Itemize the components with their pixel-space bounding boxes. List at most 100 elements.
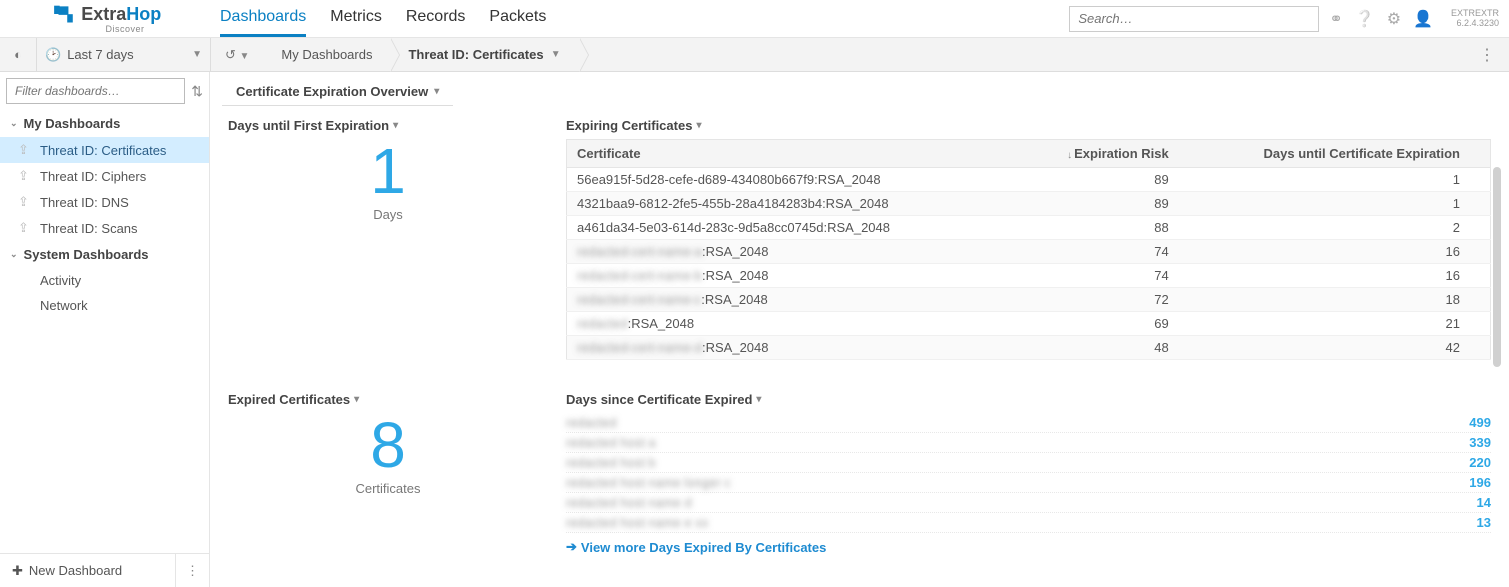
cert-days: 42 <box>1179 336 1470 360</box>
table-row[interactable]: redacted-cert-name-d:RSA_20484842 <box>567 336 1491 360</box>
chevron-down-icon: ▾ <box>393 120 398 131</box>
list-item[interactable]: redacted499 <box>566 413 1491 433</box>
arrow-right-icon: ➔ <box>566 539 577 555</box>
table-row[interactable]: 4321baa9-6812-2fe5-455b-28a4184283b4:RSA… <box>567 192 1491 216</box>
version-block: EXTREXTR 6.2.4.3230 <box>1451 9 1499 29</box>
widget-title[interactable]: Expired Certificates▾ <box>228 392 548 407</box>
list-item[interactable]: redacted host name d14 <box>566 493 1491 513</box>
list-item[interactable]: redacted host name longer c 196 <box>566 473 1491 493</box>
sort-icon[interactable]: ⇅ <box>191 83 203 100</box>
toggle-sidebar-icon[interactable]: ◐ <box>0 47 36 62</box>
cert-days: 16 <box>1179 240 1470 264</box>
nav-packets[interactable]: Packets <box>489 0 546 37</box>
breadcrumb-my-dashboards[interactable]: My Dashboards <box>263 38 390 72</box>
breadcrumb-current[interactable]: Threat ID: Certificates ▼ <box>390 38 578 72</box>
plus-icon: ✚ <box>12 563 23 579</box>
table-row[interactable]: redacted-cert-name-c:RSA_20487218 <box>567 288 1491 312</box>
sidebar-group-system-dashboards[interactable]: ⌄System Dashboards <box>0 241 209 268</box>
table-row[interactable]: redacted-cert-name-b:RSA_20487416 <box>567 264 1491 288</box>
view-more-link[interactable]: ➔View more Days Expired By Certificates <box>566 539 1491 555</box>
widget-days-until-first-expiration: Days until First Expiration▾ 1 Days <box>228 118 548 360</box>
cert-days: 21 <box>1179 312 1470 336</box>
share-icon: ⇪ <box>18 142 32 158</box>
sidebar-item-threat-certificates[interactable]: ⇪ Threat ID: Certificates <box>0 137 209 163</box>
settings-icon[interactable]: ⚙ <box>1385 9 1403 29</box>
big-number-unit: Days <box>228 207 548 222</box>
nav-records[interactable]: Records <box>406 0 466 37</box>
big-number-value: 8 <box>228 413 548 477</box>
cert-name: redacted-cert-name-b:RSA_2048 <box>567 264 1016 288</box>
nav-dashboards[interactable]: Dashboards <box>220 0 306 37</box>
sidebar-item-label: Activity <box>40 273 81 288</box>
sidebar: ⇅ ⌄My Dashboards ⇪ Threat ID: Certificate… <box>0 72 210 587</box>
sidebar-item-threat-dns[interactable]: ⇪Threat ID: DNS <box>0 189 209 215</box>
list-item[interactable]: redacted host a 339 <box>566 433 1491 453</box>
expired-days-value: 499 <box>1469 415 1491 430</box>
table-row[interactable]: redacted:RSA_20486921 <box>567 312 1491 336</box>
widget-expiring-certificates: Expiring Certificates▾ Certificate ↓Expi… <box>566 118 1491 360</box>
new-dashboard-button[interactable]: ✚New Dashboard <box>0 554 175 587</box>
list-item[interactable]: redacted host b 220 <box>566 453 1491 473</box>
sidebar-item-threat-scans[interactable]: ⇪Threat ID: Scans <box>0 215 209 241</box>
table-scrollbar[interactable] <box>1493 167 1501 367</box>
list-item[interactable]: redacted host name e xx13 <box>566 513 1491 533</box>
sort-desc-icon: ↓ <box>1067 150 1072 161</box>
help-icon[interactable]: ❔ <box>1353 9 1377 29</box>
expired-days-value: 220 <box>1469 455 1491 470</box>
widget-title[interactable]: Expiring Certificates▾ <box>566 118 1491 133</box>
new-dashboard-menu[interactable]: ⋮ <box>175 554 209 587</box>
table-row[interactable]: redacted-cert-name-a:RSA_20487416 <box>567 240 1491 264</box>
product-logo[interactable]: ▝▀▖ ExtraHop Discover <box>10 4 200 34</box>
widget-title[interactable]: Days until First Expiration▾ <box>228 118 548 133</box>
time-range-selector[interactable]: 🕑 Last 7 days ▼ <box>37 47 210 63</box>
cert-name: redacted-cert-name-a:RSA_2048 <box>567 240 1016 264</box>
chevron-down-icon: ⌄ <box>10 118 18 129</box>
cert-risk: 89 <box>1015 168 1179 192</box>
widget-expired-certificates: Expired Certificates▾ 8 Certificates <box>228 392 548 555</box>
systems-icon[interactable]: ⚭ <box>1327 9 1344 29</box>
cert-name: redacted-cert-name-c:RSA_2048 <box>567 288 1016 312</box>
breadcrumb-label: Threat ID: Certificates <box>408 47 543 62</box>
chevron-down-icon: ▾ <box>756 394 761 405</box>
brand-tagline: Discover <box>105 24 144 34</box>
logo-icon: ▝▀▖ <box>49 7 77 21</box>
sidebar-item-network[interactable]: Network <box>0 293 209 318</box>
cert-days: 18 <box>1179 288 1470 312</box>
nav-metrics[interactable]: Metrics <box>330 0 382 37</box>
top-right-tools: ⚭ ❔ ⚙ 👤 EXTREXTR 6.2.4.3230 <box>1069 6 1499 32</box>
page-menu-icon[interactable]: ⋮ <box>1465 45 1509 65</box>
region-tab[interactable]: Certificate Expiration Overview▾ <box>222 78 453 106</box>
user-icon[interactable]: 👤 <box>1411 9 1435 29</box>
sidebar-item-label: Network <box>40 298 88 313</box>
search-input[interactable] <box>1069 6 1319 32</box>
expired-days-value: 196 <box>1469 475 1491 490</box>
share-icon: ⇪ <box>18 194 32 210</box>
sidebar-group-label: System Dashboards <box>24 247 149 262</box>
sidebar-item-threat-ciphers[interactable]: ⇪ Threat ID: Ciphers <box>0 163 209 189</box>
time-range-label: Last 7 days <box>67 47 134 62</box>
history-dropdown[interactable]: ↺ ▼ <box>211 47 263 63</box>
table-row[interactable]: a461da34-5e03-614d-283c-9d5a8cc0745d:RSA… <box>567 216 1491 240</box>
expired-cert-name: redacted host a <box>566 435 656 450</box>
filter-dashboards-input[interactable] <box>6 78 185 104</box>
col-certificate[interactable]: Certificate <box>567 140 1016 168</box>
chevron-down-icon: ▾ <box>696 120 701 131</box>
expired-days-value: 339 <box>1469 435 1491 450</box>
cert-days: 2 <box>1179 216 1470 240</box>
sidebar-item-label: Threat ID: Ciphers <box>40 169 146 184</box>
cert-name: 56ea915f-5d28-cefe-d689-434080b667f9:RSA… <box>567 168 1016 192</box>
main-nav-links: Dashboards Metrics Records Packets <box>220 0 546 37</box>
sidebar-item-activity[interactable]: Activity <box>0 268 209 293</box>
sidebar-item-label: Threat ID: Certificates <box>40 143 166 158</box>
col-days-until-expiration[interactable]: Days until Certificate Expiration <box>1179 140 1470 168</box>
widget-title[interactable]: Days since Certificate Expired▾ <box>566 392 1491 407</box>
table-row[interactable]: 56ea915f-5d28-cefe-d689-434080b667f9:RSA… <box>567 168 1491 192</box>
share-icon: ⇪ <box>18 168 32 184</box>
sidebar-group-my-dashboards[interactable]: ⌄My Dashboards <box>0 110 209 137</box>
expired-cert-name: redacted host name longer c <box>566 475 731 490</box>
cert-risk: 74 <box>1015 264 1179 288</box>
expired-cert-name: redacted host name d <box>566 495 692 510</box>
chevron-down-icon: ▼ <box>551 49 561 60</box>
col-expiration-risk[interactable]: ↓Expiration Risk <box>1015 140 1179 168</box>
expired-cert-name: redacted host b <box>566 455 656 470</box>
